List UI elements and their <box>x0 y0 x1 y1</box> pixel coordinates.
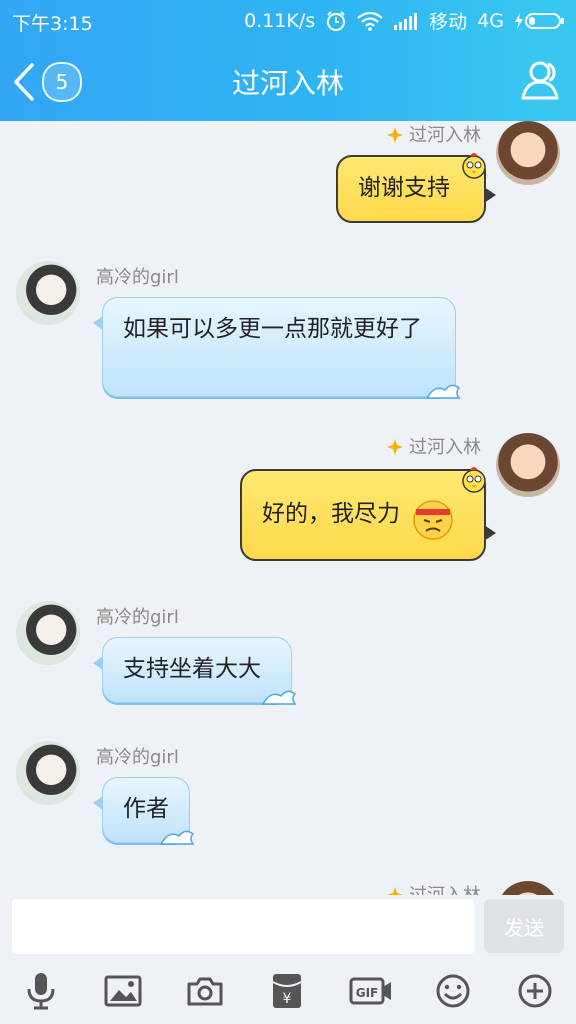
battery-charging-icon <box>515 12 564 29</box>
message-bubble[interactable]: 谢谢支持 <box>336 153 496 223</box>
signal-icon <box>394 12 418 30</box>
message-outgoing: 过河入林 谢谢支持 <box>0 121 576 231</box>
message-incoming: 高冷的girl 如果可以多更一点那就更好了 <box>0 261 576 401</box>
message-text: 好的，我尽力 <box>262 501 400 527</box>
voice-button[interactable] <box>21 971 61 1011</box>
status-time: 下午3:15 <box>12 13 93 35</box>
image-button[interactable] <box>103 971 143 1011</box>
message-input[interactable] <box>12 899 474 954</box>
wave-decoration-icon <box>261 690 297 705</box>
sender-name-row: 过河入林 <box>387 433 481 459</box>
profile-button[interactable] <box>518 58 562 102</box>
message-bubble[interactable]: 如果可以多更一点那就更好了 <box>93 297 461 399</box>
camera-button[interactable] <box>185 971 225 1011</box>
sender-name: 过河入林 <box>409 885 481 895</box>
send-button[interactable]: 发送 <box>484 899 564 953</box>
message-text: 支持坐着大大 <box>123 656 261 682</box>
camera-icon <box>187 977 223 1006</box>
carrier-name: 移动 <box>429 11 468 33</box>
message-bubble[interactable]: 作者 <box>93 777 195 845</box>
chat-area[interactable]: 过河入林 谢谢支持 高冷的girl 如果可以多更一点那就更好了 过河入林 好的，… <box>0 121 576 895</box>
avatar[interactable] <box>496 881 560 895</box>
message-outgoing: 过河入林 好的，我尽力 <box>0 433 576 573</box>
gif-icon: GIF <box>349 977 391 1005</box>
status-right: 0.11K/s 移动 4G <box>244 7 566 34</box>
alarm-icon <box>327 10 346 31</box>
image-icon <box>104 975 142 1007</box>
input-bar: 发送 <box>0 895 576 957</box>
wave-decoration-icon <box>159 830 195 845</box>
avatar[interactable] <box>16 741 80 805</box>
avatar[interactable] <box>16 261 80 325</box>
svg-text:GIF: GIF <box>356 986 379 1000</box>
message-incoming: 高冷的girl 支持坐着大大 <box>0 601 576 711</box>
chick-sticker-icon <box>462 467 486 493</box>
status-bar: 下午3:15 0.11K/s 移动 4G <box>0 0 576 42</box>
diamond-badge-icon <box>387 887 403 895</box>
plus-icon <box>518 974 552 1008</box>
more-button[interactable] <box>515 971 555 1011</box>
emoji-button[interactable] <box>433 971 473 1011</box>
sender-name: 过河入林 <box>409 437 481 458</box>
message-bubble[interactable]: 好的，我尽力 <box>240 467 496 561</box>
wifi-icon <box>357 11 383 31</box>
avatar[interactable] <box>496 121 560 185</box>
red-packet-icon: ¥ <box>272 974 302 1008</box>
angry-emoji-icon <box>413 500 453 540</box>
red-packet-button[interactable]: ¥ <box>267 971 307 1011</box>
message-outgoing: 过河入林 <box>0 879 576 895</box>
emoji-icon <box>436 974 470 1008</box>
top-bar: 下午3:15 0.11K/s 移动 4G 5 过河入林 <box>0 0 576 121</box>
sender-name: 高冷的girl <box>96 607 179 628</box>
sender-name-row: 过河入林 <box>387 121 481 147</box>
gif-button[interactable]: GIF <box>349 971 393 1011</box>
wave-decoration-icon <box>425 384 461 399</box>
message-text: 作者 <box>123 796 169 822</box>
chick-sticker-icon <box>462 153 486 179</box>
diamond-badge-icon <box>387 439 403 455</box>
network-speed: 0.11K/s <box>244 9 316 32</box>
microphone-icon <box>27 973 55 1010</box>
avatar[interactable] <box>16 601 80 665</box>
diamond-badge-icon <box>387 127 403 143</box>
sender-name: 高冷的girl <box>96 267 179 288</box>
sender-name-row: 过河入林 <box>387 881 481 895</box>
sender-name: 过河入林 <box>409 125 481 146</box>
message-incoming: 高冷的girl 作者 <box>0 741 576 851</box>
input-toolbar: ¥ GIF <box>0 957 576 1024</box>
svg-text:¥: ¥ <box>283 991 292 1007</box>
chat-title: 过河入林 <box>231 67 344 100</box>
nav-bar: 5 过河入林 <box>0 42 576 121</box>
message-bubble[interactable]: 支持坐着大大 <box>93 637 297 705</box>
user-profile-icon <box>521 61 559 100</box>
sender-name: 高冷的girl <box>96 747 179 768</box>
avatar[interactable] <box>496 433 560 497</box>
message-text: 如果可以多更一点那就更好了 <box>123 316 422 342</box>
network-type: 4G <box>477 9 504 32</box>
message-text: 谢谢支持 <box>358 175 450 201</box>
